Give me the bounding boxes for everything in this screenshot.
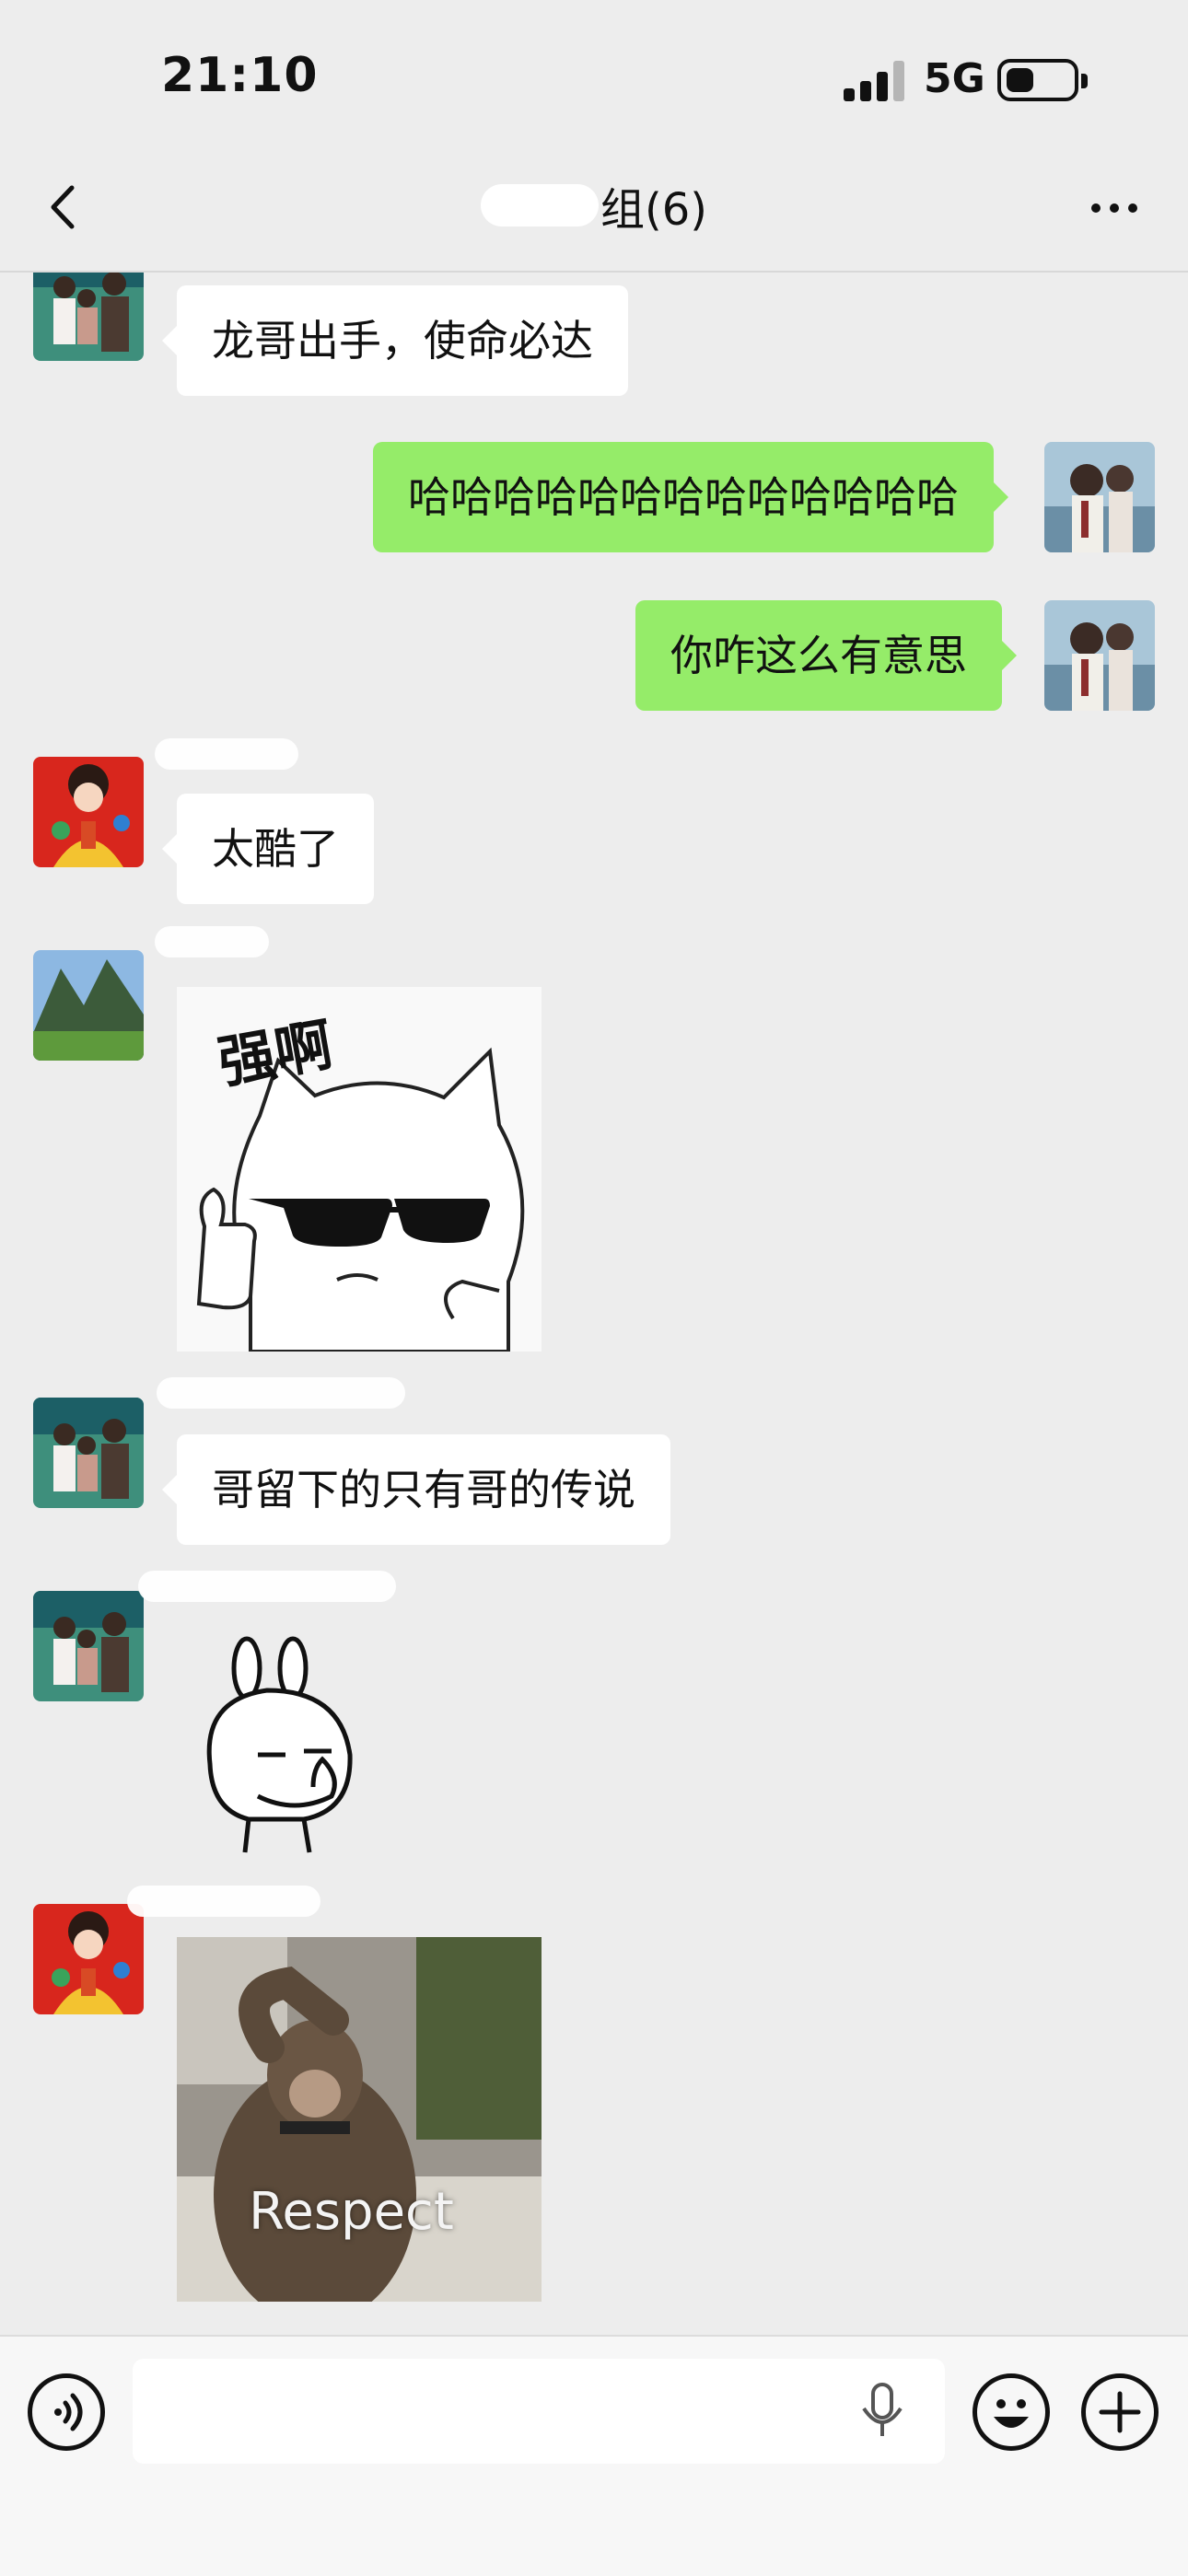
family-photo-avatar[interactable] xyxy=(33,1398,144,1508)
message-bubble-outgoing[interactable]: 你咋这么有意思 xyxy=(635,600,1017,711)
microphone-icon[interactable] xyxy=(855,2381,910,2442)
status-bar: 21:10 5G xyxy=(0,0,1188,147)
chat-title: 组(6) xyxy=(600,184,707,236)
thinking-rabbit-sticker[interactable] xyxy=(193,1635,368,1856)
message-bubble[interactable]: 龙哥出手，使命必达 xyxy=(162,285,628,396)
thinking-rabbit-art xyxy=(206,1636,353,1853)
redacted-group-name xyxy=(481,184,599,226)
fortune-god-avatar[interactable] xyxy=(33,757,144,867)
emoji-button[interactable] xyxy=(973,2373,1050,2451)
redacted-sender-name xyxy=(155,738,298,770)
chat-input-bar xyxy=(0,2335,1188,2576)
more-options-button[interactable] xyxy=(1087,180,1142,236)
more-dots-icon xyxy=(1091,203,1137,213)
message-input[interactable] xyxy=(133,2359,945,2464)
cool-cat-sticker[interactable]: 强啊 xyxy=(177,987,542,1352)
redacted-sender-name xyxy=(155,926,269,957)
landscape-avatar[interactable] xyxy=(33,950,144,1061)
message-bubble[interactable]: 哥留下的只有哥的传说 xyxy=(162,1434,670,1545)
message-bubble-outgoing[interactable]: 哈哈哈哈哈哈哈哈哈哈哈哈哈 xyxy=(373,442,1008,552)
network-type: 5G xyxy=(924,55,985,102)
family-photo-avatar[interactable] xyxy=(33,1591,144,1701)
voice-mode-button[interactable] xyxy=(28,2373,105,2451)
message-bubble[interactable]: 太酷了 xyxy=(162,794,374,904)
redacted-sender-name xyxy=(127,1886,320,1917)
sticker-caption: Respect xyxy=(249,2182,454,2242)
message-list[interactable]: 龙哥出手，使命必达 哈哈哈哈哈哈哈哈哈哈哈哈哈 你咋这么有意思 太酷了 强啊 哥… xyxy=(0,273,1188,2335)
battery-icon xyxy=(997,59,1088,101)
self-avatar[interactable] xyxy=(1044,600,1155,711)
saluting-monkey-art xyxy=(177,1937,542,2302)
self-avatar[interactable] xyxy=(1044,442,1155,552)
plus-icon xyxy=(1099,2391,1141,2433)
cellular-signal-icon xyxy=(844,61,904,101)
more-functions-button[interactable] xyxy=(1081,2373,1159,2451)
voice-wave-icon xyxy=(54,2393,83,2431)
redacted-sender-name xyxy=(157,1377,405,1409)
redacted-sender-name xyxy=(138,1571,396,1602)
smiley-icon xyxy=(994,2399,1029,2428)
navigation-bar: 组(6) xyxy=(0,147,1188,273)
saluting-monkey-sticker[interactable]: Respect xyxy=(177,1937,542,2302)
status-time: 21:10 xyxy=(161,48,319,103)
family-photo-avatar[interactable] xyxy=(33,273,144,361)
fortune-god-avatar[interactable] xyxy=(33,1904,144,2014)
